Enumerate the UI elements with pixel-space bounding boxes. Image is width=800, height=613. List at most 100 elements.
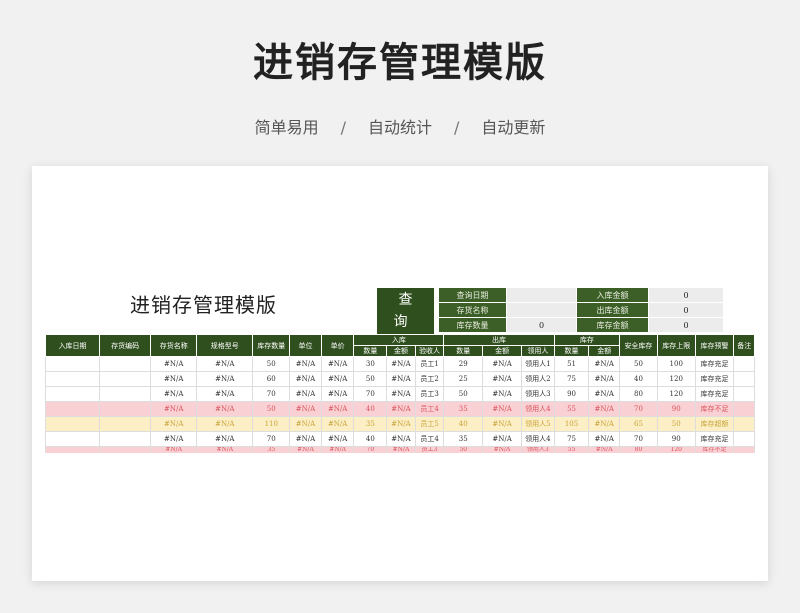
table-cell[interactable]: 70 — [353, 386, 388, 402]
table-cell[interactable]: #N/A — [289, 401, 322, 417]
table-cell[interactable]: #N/A — [196, 356, 254, 372]
table-cell[interactable]: 55 — [553, 446, 590, 453]
table-cell[interactable]: 30 — [353, 356, 388, 372]
table-cell[interactable]: #N/A — [320, 416, 355, 432]
table-cell[interactable]: 员工5 — [414, 416, 445, 432]
table-cell[interactable] — [733, 371, 755, 387]
table-cell[interactable]: #N/A — [482, 386, 522, 402]
table-cell[interactable]: 员工2 — [414, 371, 445, 387]
table-cell[interactable]: 35 — [353, 416, 388, 432]
table-cell[interactable]: #N/A — [196, 431, 254, 447]
query-value[interactable]: 0 — [648, 302, 724, 318]
table-cell[interactable]: 70 — [252, 431, 291, 447]
table-cell[interactable]: #N/A — [588, 401, 621, 417]
table-cell[interactable] — [99, 356, 152, 372]
table-cell[interactable] — [44, 446, 101, 453]
table-cell[interactable]: 50 — [353, 371, 388, 387]
table-cell[interactable]: 100 — [656, 356, 696, 372]
table-cell[interactable] — [99, 416, 152, 432]
table-cell[interactable]: 51 — [553, 356, 590, 372]
table-cell[interactable]: 40 — [353, 431, 388, 447]
table-cell[interactable]: 50 — [443, 446, 484, 453]
table-cell[interactable]: 50 — [252, 401, 291, 417]
table-cell[interactable] — [99, 446, 152, 453]
table-cell[interactable]: 80 — [619, 446, 658, 453]
table-cell[interactable]: 40 — [353, 401, 388, 417]
table-cell[interactable]: #N/A — [588, 416, 621, 432]
table-cell[interactable]: 70 — [619, 401, 658, 417]
table-cell[interactable]: #N/A — [320, 386, 355, 402]
table-cell[interactable]: #N/A — [196, 446, 254, 453]
table-cell[interactable]: 35 — [443, 401, 484, 417]
table-cell[interactable]: 50 — [443, 386, 484, 402]
table-cell[interactable] — [44, 431, 101, 447]
table-cell[interactable]: #N/A — [386, 431, 416, 447]
table-cell[interactable]: #N/A — [196, 416, 254, 432]
table-cell[interactable] — [44, 356, 101, 372]
table-cell[interactable] — [733, 356, 755, 372]
table-cell[interactable]: #N/A — [386, 446, 416, 453]
table-cell[interactable]: 库存充足 — [694, 356, 735, 372]
table-cell[interactable]: #N/A — [289, 446, 322, 453]
table-cell[interactable]: #N/A — [386, 401, 416, 417]
table-cell[interactable] — [44, 386, 101, 402]
query-value[interactable]: 0 — [648, 287, 724, 303]
table-cell[interactable] — [44, 371, 101, 387]
table-cell[interactable]: 70 — [252, 386, 291, 402]
table-cell[interactable]: #N/A — [386, 356, 416, 372]
table-cell[interactable]: #N/A — [196, 401, 254, 417]
table-cell[interactable]: 库存充足 — [694, 386, 735, 402]
table-cell[interactable]: 90 — [656, 431, 696, 447]
table-cell[interactable]: 35 — [252, 446, 291, 453]
table-cell[interactable]: #N/A — [289, 356, 322, 372]
table-cell[interactable] — [99, 371, 152, 387]
table-cell[interactable] — [99, 401, 152, 417]
table-cell[interactable]: #N/A — [386, 371, 416, 387]
table-cell[interactable]: #N/A — [386, 386, 416, 402]
table-cell[interactable]: 库存超额 — [694, 416, 735, 432]
table-cell[interactable]: #N/A — [289, 386, 322, 402]
table-cell[interactable]: 29 — [443, 356, 484, 372]
table-cell[interactable]: #N/A — [482, 401, 522, 417]
table-cell[interactable]: 员工3 — [414, 446, 445, 453]
table-cell[interactable]: #N/A — [320, 371, 355, 387]
table-cell[interactable]: #N/A — [150, 401, 198, 417]
table-cell[interactable] — [733, 386, 755, 402]
table-cell[interactable]: 120 — [656, 371, 696, 387]
table-cell[interactable]: #N/A — [196, 371, 254, 387]
table-cell[interactable] — [44, 401, 101, 417]
table-cell[interactable]: #N/A — [150, 356, 198, 372]
query-value[interactable] — [506, 287, 577, 303]
table-cell[interactable]: 领用人3 — [520, 386, 555, 402]
table-cell[interactable]: #N/A — [482, 446, 522, 453]
table-cell[interactable]: 120 — [656, 386, 696, 402]
table-cell[interactable]: #N/A — [386, 416, 416, 432]
table-cell[interactable]: #N/A — [588, 371, 621, 387]
table-cell[interactable]: 50 — [252, 356, 291, 372]
table-cell[interactable]: #N/A — [196, 386, 254, 402]
table-cell[interactable] — [44, 416, 101, 432]
table-cell[interactable]: #N/A — [289, 416, 322, 432]
table-cell[interactable]: 员工4 — [414, 401, 445, 417]
table-cell[interactable]: 40 — [443, 416, 484, 432]
table-cell[interactable]: 库存不足 — [694, 401, 735, 417]
table-cell[interactable]: #N/A — [482, 416, 522, 432]
table-cell[interactable]: 75 — [553, 371, 590, 387]
table-cell[interactable]: 75 — [553, 431, 590, 447]
query-value[interactable]: 0 — [506, 317, 577, 333]
table-cell[interactable]: #N/A — [482, 356, 522, 372]
table-cell[interactable] — [99, 431, 152, 447]
table-cell[interactable]: 50 — [656, 416, 696, 432]
table-cell[interactable]: #N/A — [289, 431, 322, 447]
table-cell[interactable]: #N/A — [320, 356, 355, 372]
table-cell[interactable]: 35 — [443, 431, 484, 447]
table-cell[interactable]: 90 — [656, 401, 696, 417]
table-cell[interactable] — [733, 416, 755, 432]
table-cell[interactable]: #N/A — [150, 416, 198, 432]
table-cell[interactable]: #N/A — [289, 371, 322, 387]
table-cell[interactable]: #N/A — [320, 401, 355, 417]
table-cell[interactable]: #N/A — [588, 431, 621, 447]
table-cell[interactable]: 40 — [619, 371, 658, 387]
table-cell[interactable]: 领用人3 — [520, 446, 555, 453]
table-cell[interactable]: 员工1 — [414, 356, 445, 372]
